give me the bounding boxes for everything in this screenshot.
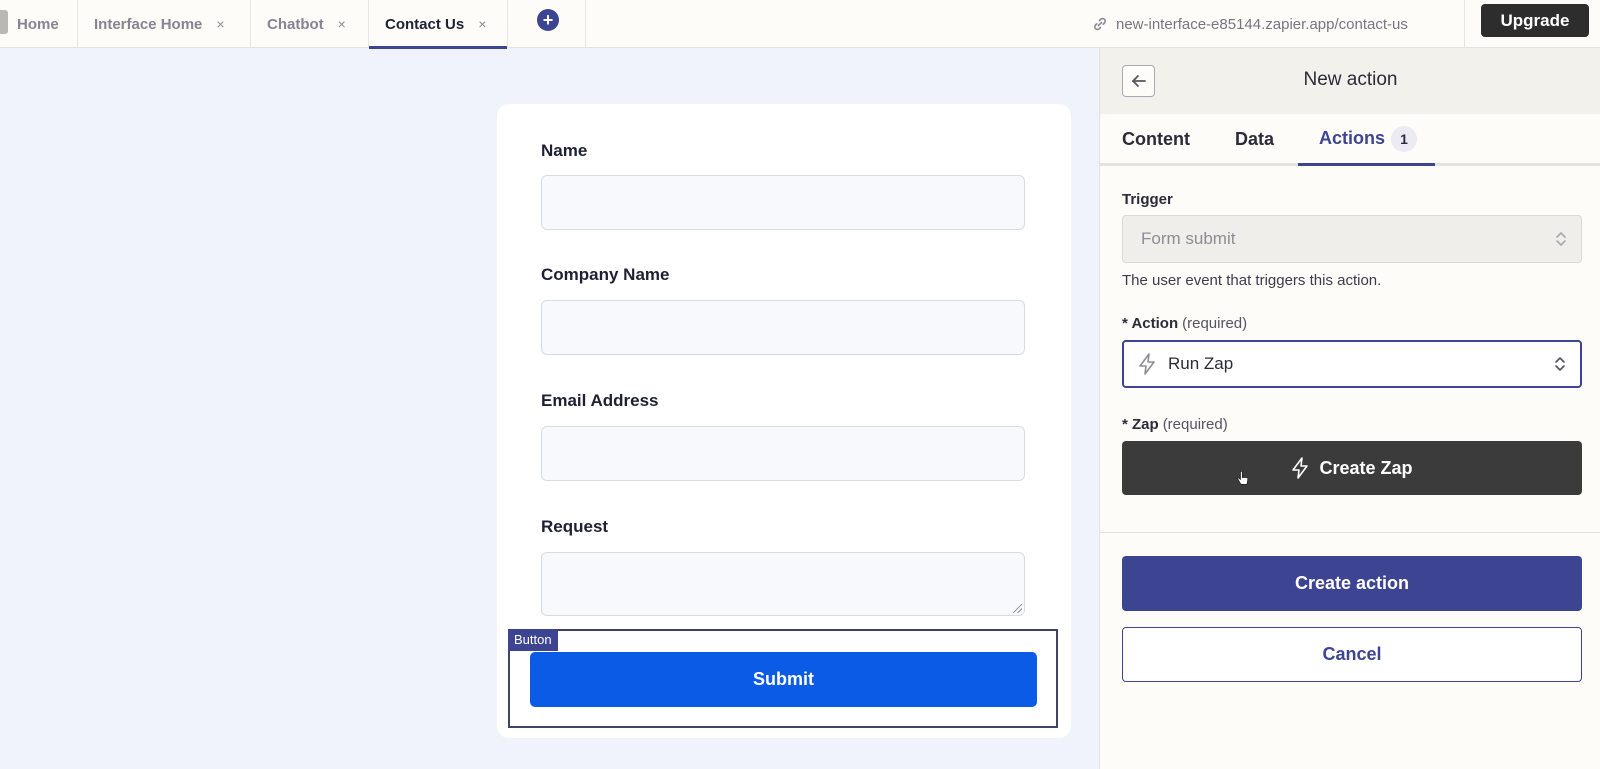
selected-button-block[interactable]: Button Submit [508,629,1058,728]
action-required-text: (required) [1182,315,1248,332]
tab-bar: Home Interface Home × Chatbot × Contact … [0,0,1600,49]
active-tab-indicator [1298,163,1435,166]
upgrade-button[interactable]: Upgrade [1481,4,1589,37]
actions-count-badge: 1 [1391,126,1418,152]
block-type-tag: Button [508,629,558,651]
tab-label: Chatbot [267,15,324,33]
action-value: Run Zap [1168,354,1234,373]
hand-cursor-icon [1237,471,1249,485]
request-label: Request [541,517,609,536]
tab-actions-label: Actions [1319,127,1386,148]
divider [1100,532,1600,533]
action-label-text: * Action [1122,315,1179,332]
email-address-input[interactable] [541,426,1025,481]
lightning-icon [1139,353,1155,375]
create-zap-button[interactable]: Create Zap [1122,441,1582,495]
create-zap-label: Create Zap [1319,457,1413,478]
trigger-value: Form submit [1141,229,1236,248]
email-address-label: Email Address [541,391,659,410]
name-input[interactable] [541,175,1025,230]
close-icon[interactable]: × [478,16,486,32]
create-action-button[interactable]: Create action [1122,556,1582,611]
tab-home[interactable]: Home [0,0,78,48]
close-icon[interactable]: × [338,16,346,32]
request-textarea[interactable] [541,552,1025,616]
tab-actions[interactable]: Actions 1 [1319,126,1418,152]
zap-label: * Zap (required) [1122,416,1228,433]
tab-data[interactable]: Data [1235,129,1274,150]
panel-tabs: Content Data Actions 1 [1100,114,1600,166]
divider [1464,0,1465,48]
zap-required-text: (required) [1162,416,1228,433]
page-url[interactable]: new-interface-e85144.zapier.app/contact-… [1092,0,1408,48]
add-tab[interactable]: + [508,0,586,48]
name-label: Name [541,141,588,160]
tab-content[interactable]: Content [1122,129,1190,150]
zap-label-text: * Zap [1122,416,1159,433]
company-name-input[interactable] [541,300,1025,355]
url-text: new-interface-e85144.zapier.app/contact-… [1116,15,1408,33]
panel-title: New action [1303,69,1398,90]
link-icon [1094,17,1106,31]
company-name-label: Company Name [541,265,670,284]
action-select[interactable]: Run Zap [1122,340,1582,388]
tab-label: Contact Us [385,15,465,33]
resize-handle-icon[interactable] [1013,604,1022,613]
submit-button[interactable]: Submit [530,652,1037,707]
tab-contact-us[interactable]: Contact Us × [369,0,508,49]
chevron-updown-icon [1556,232,1566,246]
trigger-label: Trigger [1122,191,1173,208]
trigger-select: Form submit [1122,215,1582,263]
contact-form-card: Name Company Name Email Address Request … [497,104,1071,738]
tab-interface-home[interactable]: Interface Home × [78,0,251,48]
panel-header: New action [1100,48,1600,114]
action-label: * Action (required) [1122,315,1247,332]
cancel-button[interactable]: Cancel [1122,627,1582,682]
close-icon[interactable]: × [216,16,224,32]
tab-label: Home [17,15,59,33]
trigger-help-text: The user event that triggers this action… [1122,272,1382,289]
lightning-icon [1292,457,1309,479]
action-panel: New action Content Data Actions 1 Trigger… [1099,48,1600,769]
tab-label: Interface Home [94,15,203,33]
plus-icon[interactable]: + [537,9,559,31]
tab-chatbot[interactable]: Chatbot × [251,0,369,48]
chevron-updown-icon [1555,357,1565,371]
